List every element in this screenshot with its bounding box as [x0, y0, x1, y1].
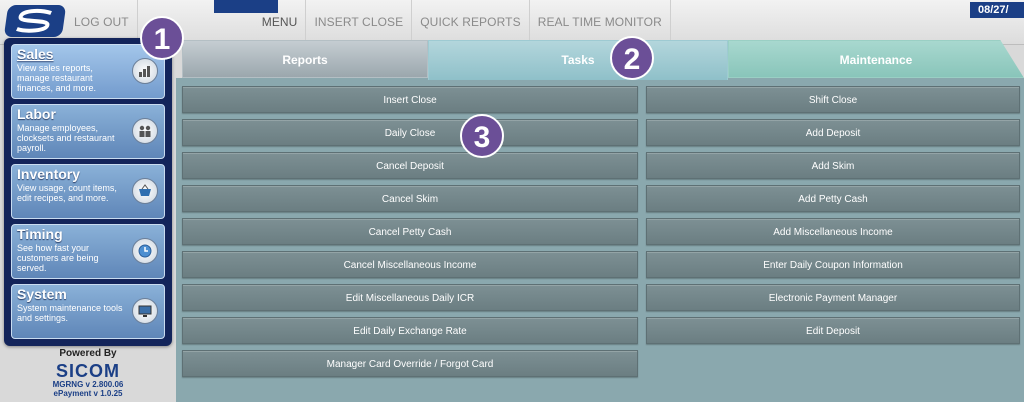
edit-deposit-button[interactable]: Edit Deposit: [646, 317, 1020, 344]
nav-real-time-monitor[interactable]: REAL TIME MONITOR: [530, 0, 671, 44]
sidebar-item-sales[interactable]: Sales View sales reports, manage restaur…: [11, 44, 165, 99]
cancel-petty-cash-button[interactable]: Cancel Petty Cash: [182, 218, 638, 245]
sidebar-item-desc: System maintenance tools and settings.: [17, 303, 123, 323]
nav-quick-reports[interactable]: QUICK REPORTS: [412, 0, 530, 44]
powered-by-block: Powered By SICOM MGRNG v 2.800.06 ePayme…: [4, 346, 172, 402]
tab-tasks[interactable]: Tasks: [428, 40, 728, 80]
tab-reports[interactable]: Reports: [182, 40, 428, 78]
sidebar-item-desc: Manage employees, clocksets and restaura…: [17, 123, 115, 153]
sidebar-item-inventory[interactable]: Inventory View usage, count items, edit …: [11, 164, 165, 219]
sicom-logo-icon[interactable]: [3, 5, 67, 37]
sidebar-item-title: Timing: [17, 226, 63, 242]
sidebar-item-desc: View usage, count items, edit recipes, a…: [17, 183, 117, 203]
add-misc-income-button[interactable]: Add Miscellaneous Income: [646, 218, 1020, 245]
callout-badge-2: 2: [610, 36, 654, 80]
edit-misc-daily-icr-button[interactable]: Edit Miscellaneous Daily ICR: [182, 284, 638, 311]
enter-daily-coupon-button[interactable]: Enter Daily Coupon Information: [646, 251, 1020, 278]
electronic-payment-manager-button[interactable]: Electronic Payment Manager: [646, 284, 1020, 311]
powered-by-label: Powered By: [59, 348, 117, 359]
cancel-deposit-button[interactable]: Cancel Deposit: [182, 152, 638, 179]
add-deposit-button[interactable]: Add Deposit: [646, 119, 1020, 146]
date-display: 08/27/: [970, 2, 1024, 18]
menu-active-indicator: [213, 0, 278, 13]
callout-badge-3: 3: [460, 114, 504, 158]
sidebar-item-system[interactable]: System System maintenance tools and sett…: [11, 284, 165, 339]
sidebar-item-timing[interactable]: Timing See how fast your customers are b…: [11, 224, 165, 279]
tab-maintenance[interactable]: Maintenance: [728, 40, 1024, 78]
insert-close-button[interactable]: Insert Close: [182, 86, 638, 113]
brand-logo-text: SICOM: [55, 361, 120, 381]
sidebar-item-desc: View sales reports, manage restaurant fi…: [17, 63, 97, 93]
sidebar-item-title: Sales: [17, 46, 54, 62]
sidebar-item-labor[interactable]: Labor Manage employees, clocksets and re…: [11, 104, 165, 159]
version-label: MGRNG v 2.800.06: [52, 380, 124, 389]
clock-icon: [132, 238, 158, 264]
epayment-version-label: ePayment v 1.0.25: [53, 389, 123, 398]
sidebar-item-title: System: [17, 286, 67, 302]
nav-insert-close[interactable]: INSERT CLOSE: [306, 0, 413, 44]
monitor-icon: [132, 298, 158, 324]
add-petty-cash-button[interactable]: Add Petty Cash: [646, 185, 1020, 212]
cancel-misc-income-button[interactable]: Cancel Miscellaneous Income: [182, 251, 638, 278]
tab-bar: Reports Tasks Maintenance: [176, 40, 1024, 80]
daily-close-button[interactable]: Daily Close: [182, 119, 638, 146]
edit-daily-exchange-rate-button[interactable]: Edit Daily Exchange Rate: [182, 317, 638, 344]
basket-icon: [132, 178, 158, 204]
sidebar: Sales View sales reports, manage restaur…: [4, 38, 172, 346]
chart-icon: [132, 58, 158, 84]
people-icon: [132, 118, 158, 144]
sidebar-item-desc: See how fast your customers are being se…: [17, 243, 99, 273]
manager-card-override-button[interactable]: Manager Card Override / Forgot Card: [182, 350, 638, 377]
sidebar-item-title: Labor: [17, 106, 56, 122]
shift-close-button[interactable]: Shift Close: [646, 86, 1020, 113]
cancel-skim-button[interactable]: Cancel Skim: [182, 185, 638, 212]
nav-menu-label: MENU: [261, 15, 298, 29]
callout-badge-1: 1: [140, 16, 184, 60]
add-skim-button[interactable]: Add Skim: [646, 152, 1020, 179]
sidebar-item-title: Inventory: [17, 166, 81, 182]
